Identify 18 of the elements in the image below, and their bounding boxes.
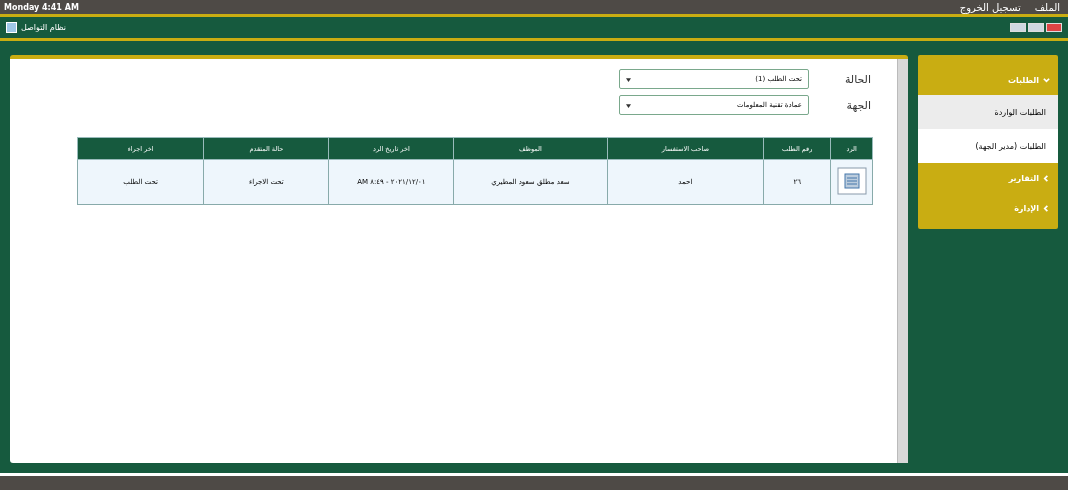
document-icon[interactable] xyxy=(836,167,867,195)
menu-item[interactable]: الملف xyxy=(1034,1,1060,13)
menu-item[interactable]: تسجيل الخروج xyxy=(959,1,1021,13)
close-button[interactable] xyxy=(1046,23,1062,32)
clock-text: Monday 4:41 AM xyxy=(4,2,79,12)
caret-icon xyxy=(626,76,631,82)
chevron-icon xyxy=(1043,204,1050,212)
chevron-icon xyxy=(1043,174,1050,182)
app-icon xyxy=(6,22,17,33)
minimize-button[interactable] xyxy=(1010,23,1026,32)
caret-icon xyxy=(626,102,631,108)
filter-label: الحالة xyxy=(847,72,871,86)
sidebar-item[interactable]: الطلبات (مدير الجهة) xyxy=(918,129,1058,163)
sidebar-item[interactable]: الطلبات الواردة xyxy=(918,95,1058,129)
app-title: نظام التواصل xyxy=(21,23,66,32)
chevron-icon xyxy=(1043,76,1050,84)
scrollbar[interactable] xyxy=(897,59,908,463)
filter-label: الجهة xyxy=(847,98,871,112)
